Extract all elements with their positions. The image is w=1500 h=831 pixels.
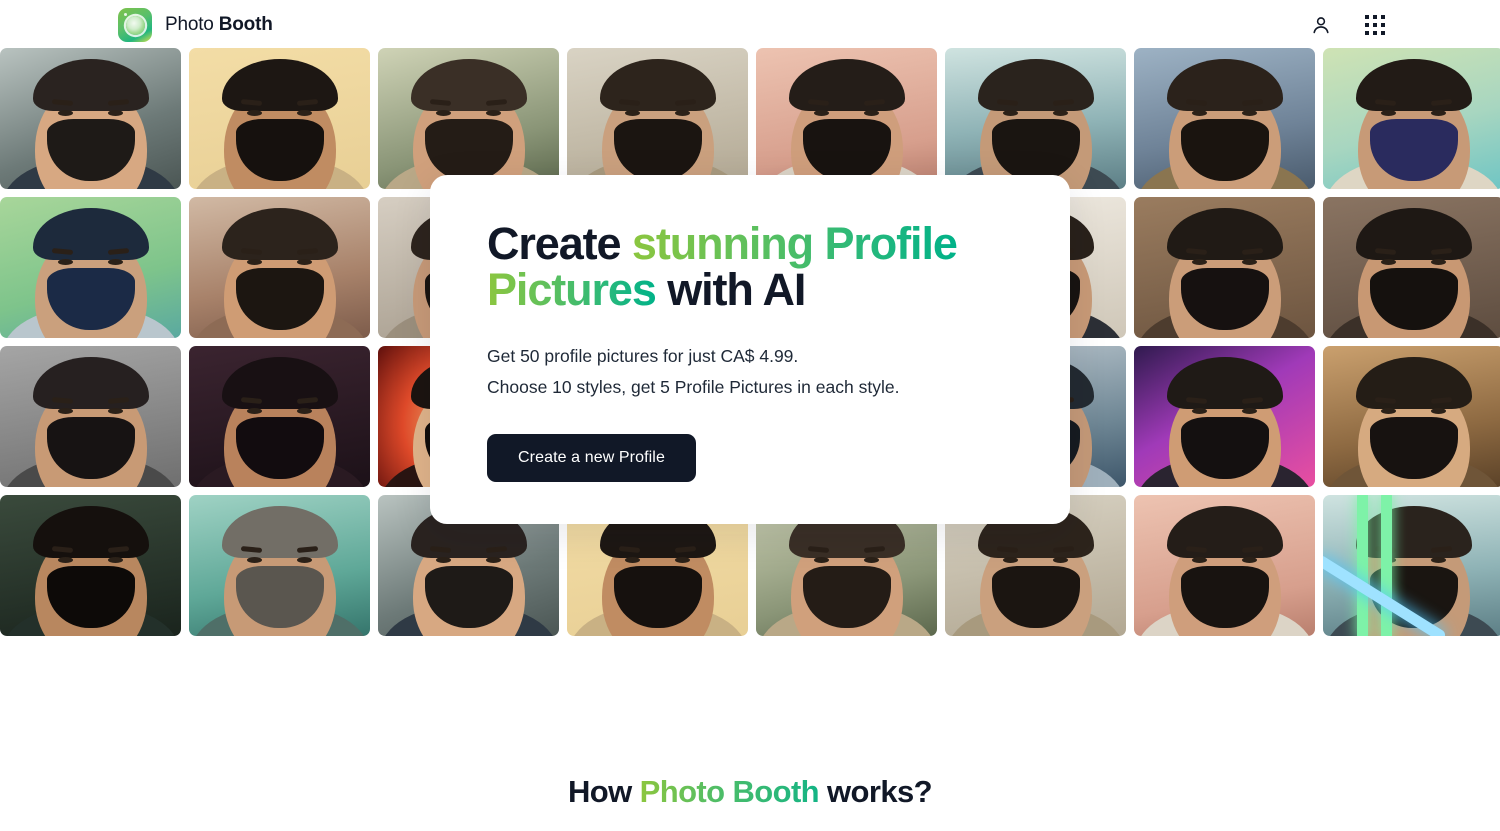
gallery-tile — [1134, 495, 1315, 636]
how-it-works-section: How Photo Booth works? — [0, 653, 1500, 831]
create-new-profile-button[interactable]: Create a new Profile — [487, 433, 696, 482]
user-icon — [1313, 17, 1329, 34]
lightsaber-accent — [1357, 495, 1368, 636]
gallery-tile — [0, 346, 181, 487]
site-header: Photo Booth — [0, 0, 1500, 48]
gallery-tile — [189, 48, 370, 189]
hero-subtitle-line1: Get 50 profile pictures for just CA$ 4.9… — [487, 345, 799, 366]
works-title-prefix: How — [568, 774, 640, 809]
gallery-tile — [0, 48, 181, 189]
page-title: Create stunning Profile Pictures with AI — [487, 218, 1007, 316]
gallery-tile — [1323, 197, 1500, 338]
hero-subtitle: Get 50 profile pictures for just CA$ 4.9… — [487, 341, 1070, 403]
gallery-tile — [945, 48, 1126, 189]
account-button[interactable] — [1308, 12, 1334, 38]
gallery-tile — [189, 197, 370, 338]
apps-grid-icon — [1364, 14, 1386, 36]
gallery-tile — [189, 495, 370, 636]
works-title-suffix: works? — [819, 774, 933, 809]
brand-name-thin: Photo — [165, 14, 219, 35]
how-it-works-title: How Photo Booth works? — [568, 774, 933, 810]
gallery-tile — [567, 48, 748, 189]
photo-booth-lens-logo-icon — [118, 8, 152, 42]
brand-name-bold: Booth — [218, 14, 273, 35]
hero-title-gradient1: stunning Profile — [631, 218, 958, 269]
gallery-tile — [1323, 346, 1500, 487]
gallery-tile — [756, 48, 937, 189]
gallery-tile — [0, 495, 181, 636]
brand-name: Photo Booth — [165, 14, 273, 36]
brand-logo[interactable]: Photo Booth — [118, 8, 273, 42]
gallery-tile — [378, 48, 559, 189]
gallery-tile — [1134, 197, 1315, 338]
hero-card: Create stunning Profile Pictures with AI … — [430, 175, 1070, 524]
gallery-tile — [1134, 48, 1315, 189]
hero-subtitle-line2: Choose 10 styles, get 5 Profile Pictures… — [487, 376, 900, 397]
gallery-tile — [1323, 495, 1500, 636]
lightsaber-accent — [1381, 495, 1392, 636]
gallery-tile — [0, 197, 181, 338]
header-actions — [1308, 12, 1388, 38]
hero-title-part2: with AI — [655, 264, 806, 316]
hero-title-part1: Create — [487, 218, 632, 269]
gallery-tile — [1323, 48, 1500, 189]
gallery-tile — [189, 346, 370, 487]
gallery-tile — [1134, 346, 1315, 487]
works-title-gradient: Photo Booth — [639, 774, 820, 809]
hero-title-gradient2: Pictures — [487, 264, 657, 316]
apps-menu-button[interactable] — [1362, 12, 1388, 38]
